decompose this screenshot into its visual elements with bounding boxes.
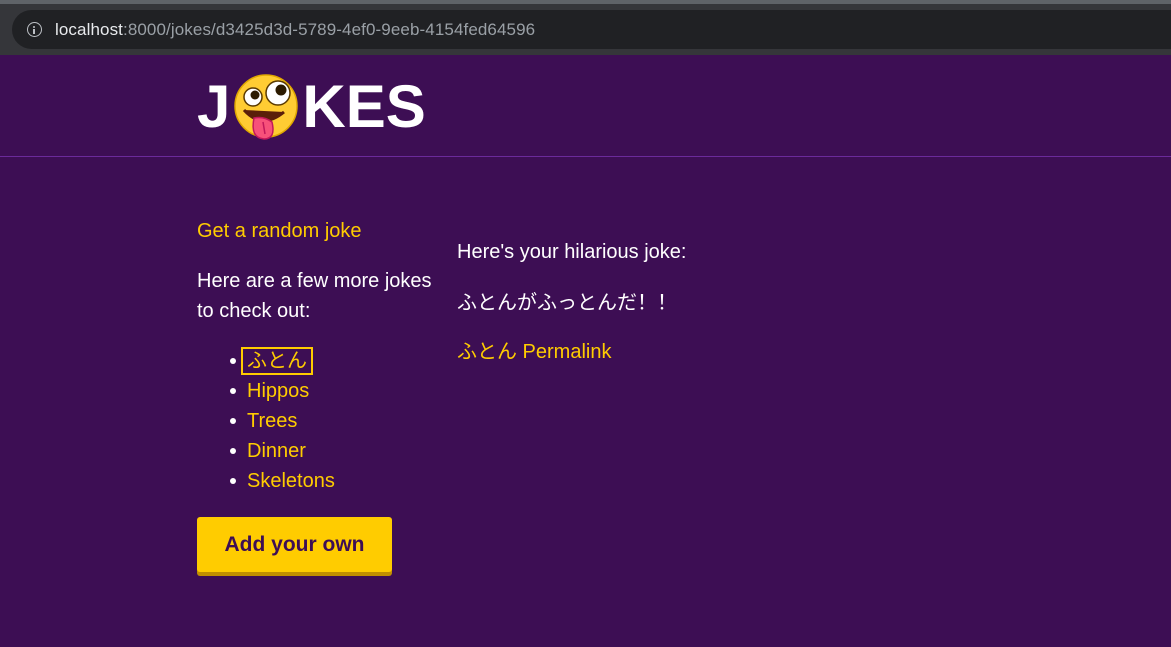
bullet-icon [230,448,236,454]
url-path: :8000/jokes/d3425d3d-5789-4ef0-9eeb-4154… [123,20,536,39]
bullet-icon [230,418,236,424]
joke-list: ふとん Hippos Trees Dinner Skeletons [227,346,335,496]
url-host: localhost [55,20,123,39]
list-item: ふとん [227,346,335,376]
url-text[interactable]: localhost:8000/jokes/d3425d3d-5789-4ef0-… [55,20,535,40]
list-item: Dinner [227,436,335,466]
bullet-icon [230,388,236,394]
zany-face-icon [234,74,299,140]
bullet-icon [230,478,236,484]
list-item: Trees [227,406,335,436]
site-info-icon[interactable] [27,22,42,37]
joke-link-hippos[interactable]: Hippos [247,380,309,402]
bullet-icon [230,358,236,364]
list-item: Hippos [227,376,335,406]
joke-link-futon[interactable]: ふとん [241,347,313,375]
logo-letter-j: J [197,73,231,140]
address-bar[interactable]: localhost:8000/jokes/d3425d3d-5789-4ef0-… [12,10,1171,49]
site-header: J KES [0,55,1171,157]
list-item: Skeletons [227,466,335,496]
joke-intro-text: Here's your hilarious joke: [457,241,687,263]
browser-toolbar: localhost:8000/jokes/d3425d3d-5789-4ef0-… [0,4,1171,55]
joke-link-skeletons[interactable]: Skeletons [247,470,335,492]
permalink-link[interactable]: ふとん Permalink [457,340,611,364]
random-joke-link[interactable]: Get a random joke [197,219,362,243]
joke-link-dinner[interactable]: Dinner [247,440,306,462]
add-your-own-button[interactable]: Add your own [197,517,392,572]
more-jokes-text: Here are a few more jokes to check out: [197,270,432,322]
joke-link-trees[interactable]: Trees [247,410,297,432]
logo-letters-kes: KES [302,73,426,140]
joke-content: ふとんがふっとんだ！！ [457,290,677,314]
home-logo-link[interactable]: J KES [197,72,426,142]
